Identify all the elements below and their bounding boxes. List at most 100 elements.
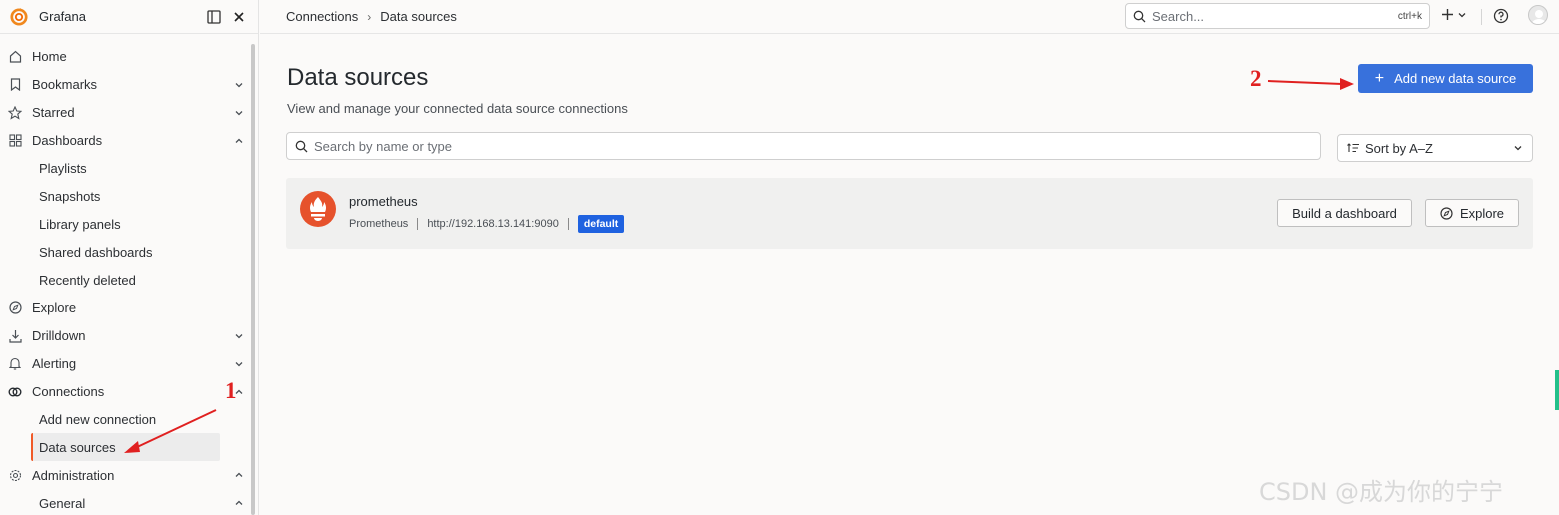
sidebar-item-label: Starred <box>32 105 75 121</box>
page-subtitle: View and manage your connected data sour… <box>287 101 628 116</box>
sidebar-item-label: Dashboards <box>32 133 103 149</box>
search-icon <box>1133 10 1146 22</box>
chevron-down-icon <box>1514 146 1522 151</box>
close-menu-icon[interactable] <box>230 8 248 26</box>
cog-icon <box>8 468 22 482</box>
chevron-down-icon[interactable] <box>234 108 244 118</box>
sort-icon <box>1347 143 1359 153</box>
datasource-url: http://192.168.13.141:9090 <box>427 218 559 230</box>
sidebar-item-playlists[interactable]: Playlists <box>0 155 248 183</box>
connections-icon <box>8 385 22 399</box>
datasource-type: Prometheus <box>349 218 409 230</box>
watermark: CSDN @成为你的宁宁 <box>1259 478 1504 506</box>
plus-icon: + <box>1374 69 1385 87</box>
sidebar-item-snapshots[interactable]: Snapshots <box>0 182 248 210</box>
apps-icon <box>8 134 22 148</box>
datasource-card[interactable]: prometheus Prometheus http://192.168.13.… <box>286 178 1533 249</box>
search-shortcut: ctrl+k <box>1397 10 1422 22</box>
sidebar-item-label: Playlists <box>39 161 87 176</box>
bookmark-icon <box>8 78 22 92</box>
add-button-label: Add new data source <box>1394 71 1517 86</box>
annotation-number-1: 1 <box>225 378 237 403</box>
sidebar-item-label: Drilldown <box>32 328 86 344</box>
avatar[interactable] <box>1528 5 1548 25</box>
top-bar: Connections › Data sources Search... ctr… <box>260 0 1559 34</box>
sidebar-item-dashboards[interactable]: Dashboards <box>0 127 248 155</box>
datasource-name[interactable]: prometheus <box>349 194 418 209</box>
plus-icon <box>1442 9 1453 20</box>
sidebar-item-recently-deleted[interactable]: Recently deleted <box>0 266 248 294</box>
sidebar-nav: Home Bookmarks Starred Dashboards Playli… <box>0 43 248 515</box>
annotation-number-2: 2 <box>1250 66 1262 91</box>
dock-menu-icon[interactable] <box>205 8 223 26</box>
sidebar-item-general[interactable]: General <box>0 489 248 515</box>
sidebar-item-label: Connections <box>32 384 105 400</box>
default-badge: default <box>577 215 625 233</box>
chevron-up-icon[interactable] <box>234 498 244 508</box>
annotation-arrow-2 <box>1267 80 1343 85</box>
sidebar: Grafana Home Bookmarks Starred Dashboard… <box>0 0 259 515</box>
sidebar-item-starred[interactable]: Starred <box>0 99 248 127</box>
side-feedback-tab[interactable] <box>1555 370 1559 410</box>
chevron-down-icon[interactable] <box>234 80 244 90</box>
explore-button-label: Explore <box>1459 205 1505 221</box>
grafana-logo-icon[interactable] <box>10 7 28 26</box>
sidebar-item-label: Home <box>32 49 67 65</box>
chevron-up-icon[interactable] <box>234 136 244 146</box>
new-menu-button[interactable] <box>1441 8 1467 21</box>
page-title: Data sources <box>287 64 429 91</box>
sidebar-item-label: Shared dashboards <box>39 244 153 260</box>
sidebar-item-label: Data sources <box>39 439 116 455</box>
sidebar-item-label: Snapshots <box>39 188 101 204</box>
sidebar-item-label: Administration <box>32 467 115 483</box>
toolbar-divider <box>1481 9 1482 25</box>
sidebar-item-label: Bookmarks <box>32 77 98 93</box>
add-new-data-source-button[interactable]: + Add new data source <box>1358 64 1533 93</box>
sidebar-item-shared-dashboards[interactable]: Shared dashboards <box>0 238 248 266</box>
explore-button[interactable]: Explore <box>1425 199 1519 227</box>
search-placeholder: Search by name or type <box>314 138 453 154</box>
build-button-label: Build a dashboard <box>1292 205 1397 221</box>
sidebar-item-alerting[interactable]: Alerting <box>0 350 248 378</box>
chevron-down-icon[interactable] <box>234 359 244 369</box>
datasource-search-input[interactable]: Search by name or type <box>286 132 1321 160</box>
sidebar-item-administration[interactable]: Administration <box>0 461 248 489</box>
user-avatar-icon <box>1531 10 1547 24</box>
sidebar-item-label: Add new connection <box>39 412 157 428</box>
sidebar-item-home[interactable]: Home <box>0 43 248 71</box>
sidebar-item-connections[interactable]: Connections <box>0 378 248 406</box>
top-search-input[interactable]: Search... ctrl+k <box>1125 3 1430 29</box>
prometheus-logo-icon <box>300 191 336 227</box>
compass-icon <box>1440 206 1453 220</box>
compass-icon <box>8 301 22 315</box>
sidebar-item-label: Alerting <box>32 356 77 372</box>
app-title: Grafana <box>39 9 86 24</box>
sidebar-header: Grafana <box>0 0 258 34</box>
sort-label: Sort by A–Z <box>1365 140 1433 156</box>
chevron-up-icon[interactable] <box>234 470 244 480</box>
meta-divider <box>417 218 419 230</box>
sidebar-item-library-panels[interactable]: Library panels <box>0 210 248 238</box>
chevron-down-icon[interactable] <box>234 331 244 341</box>
annotation-arrowhead-2 <box>1340 78 1354 90</box>
breadcrumb-connections[interactable]: Connections <box>286 9 358 24</box>
breadcrumb: Connections › Data sources <box>286 9 457 24</box>
build-dashboard-button[interactable]: Build a dashboard <box>1277 199 1412 227</box>
sidebar-scrollbar[interactable] <box>251 44 255 515</box>
sidebar-item-label: Library panels <box>39 216 121 232</box>
home-icon <box>8 50 22 64</box>
sidebar-item-drilldown[interactable]: Drilldown <box>0 322 248 350</box>
bell-icon <box>8 357 22 371</box>
sidebar-item-label: General <box>39 495 86 511</box>
meta-divider <box>567 218 569 230</box>
search-icon <box>295 140 308 152</box>
chevron-right-icon: › <box>367 9 372 24</box>
datasource-meta: Prometheus http://192.168.13.141:9090 de… <box>349 215 625 233</box>
sidebar-item-explore[interactable]: Explore <box>0 294 248 322</box>
help-icon[interactable] <box>1493 8 1509 24</box>
chevron-down-icon <box>1458 12 1466 17</box>
sidebar-item-add-new-connection[interactable]: Add new connection <box>0 406 248 434</box>
sidebar-item-bookmarks[interactable]: Bookmarks <box>0 71 248 99</box>
sort-select[interactable]: Sort by A–Z <box>1337 134 1533 162</box>
sidebar-item-data-sources[interactable]: Data sources <box>31 433 220 462</box>
